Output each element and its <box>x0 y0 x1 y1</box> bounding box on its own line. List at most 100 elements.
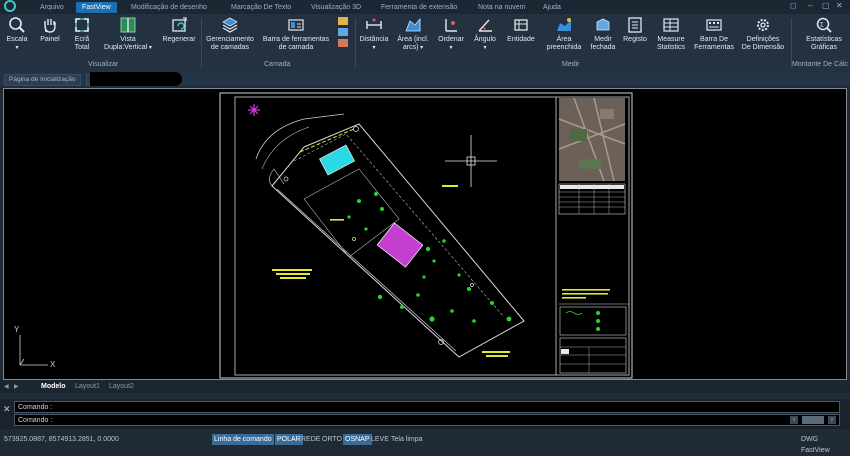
chevron-down-icon: ▾ <box>372 45 376 51</box>
layer-lock-icon[interactable] <box>338 28 348 36</box>
definicoes-dimensao-label-1: Definições <box>746 36 780 43</box>
app-logo-icon[interactable] <box>2 0 18 14</box>
medir-fechada-label-1: Medir <box>594 36 612 43</box>
escala-button[interactable]: Escala ▾ <box>3 16 31 52</box>
tab-layout2[interactable]: Layout2 <box>106 382 137 391</box>
barra-ferramentas-button[interactable]: Barra De Ferramentas <box>694 16 734 52</box>
escala-label: Escala <box>6 36 28 43</box>
angle-icon <box>478 19 492 32</box>
gerenciamento-camadas-button[interactable]: Gerenciamento de camadas <box>204 16 256 52</box>
tab-modelo[interactable]: Modelo <box>38 382 69 391</box>
ucs-icon <box>19 335 48 366</box>
regenerar-button[interactable]: Regenerar <box>160 16 198 44</box>
zoom-extents-icon <box>75 18 89 32</box>
painel-button[interactable]: Painel <box>36 16 64 44</box>
tab-scroll-left-icon[interactable]: ◀ <box>4 383 9 390</box>
menu-tab-modificacao[interactable]: Modificação de desenho <box>131 2 207 13</box>
chevron-down-icon: ▾ <box>15 45 19 51</box>
barra-ferramentas-label-1: Barra De <box>699 36 728 43</box>
layer-color-icon[interactable] <box>338 39 348 47</box>
area-preenchida-button[interactable]: Área preenchida <box>544 16 584 52</box>
close-icon[interactable]: ✕ <box>836 1 843 10</box>
medir-fechada-button[interactable]: Medir fechada <box>588 16 618 52</box>
gerenciamento-label-2: de camadas <box>210 44 250 51</box>
area-label-1: Área (incl. <box>397 36 429 43</box>
area-button[interactable]: Área (incl. arcs) ▾ <box>394 16 432 52</box>
command-scrollbar[interactable] <box>802 416 824 424</box>
group-label-medir: Medir <box>562 61 580 68</box>
menu-bar: Arquivo FastView Modificação de desenho … <box>0 0 850 14</box>
north-arrow-icon <box>248 104 260 116</box>
menu-tab-fastview[interactable]: FastView <box>76 2 117 13</box>
distancia-button[interactable]: Distância ▾ <box>358 16 390 52</box>
toolbar-icon <box>706 19 722 31</box>
entidade-button[interactable]: Entidade <box>504 16 538 44</box>
group-label-visualizar: Visualizar <box>88 61 119 68</box>
scroll-left-icon[interactable]: ‹ <box>790 416 798 424</box>
regenerar-label: Regenerar <box>162 36 196 43</box>
record-list-icon <box>628 17 642 33</box>
small-layer-tools <box>338 17 350 47</box>
measure-statistics-button[interactable]: Measure Statistics <box>652 16 690 52</box>
ribbon-divider <box>201 18 202 68</box>
distance-ruler-icon <box>366 18 382 29</box>
redacted-filename <box>90 72 182 86</box>
layer-freeze-icon[interactable] <box>338 17 348 25</box>
menu-tab-ajuda[interactable]: Ajuda <box>543 2 561 13</box>
angulo-label: Ângulo <box>474 36 496 43</box>
painel-label: Painel <box>40 36 60 43</box>
title-block <box>559 337 627 374</box>
medir-fechada-label-2: fechada <box>590 44 616 51</box>
command-input[interactable]: Comando : <box>14 414 840 426</box>
ecra-total-button[interactable]: Ecrã Total <box>68 16 96 52</box>
registo-label: Registo <box>623 36 647 43</box>
layers-icon <box>222 17 238 33</box>
menu-tab-marcacao[interactable]: Marcação De Texto <box>231 2 291 13</box>
document-tabs-bar: Página de Inicialização <box>0 72 850 86</box>
status-bar: 573925.0887, 8574913.2851, 0.0000 Linha … <box>0 431 850 454</box>
area-preenchida-label-1: Área <box>556 36 572 43</box>
definicoes-dimensao-button[interactable]: Definições De Dimensão <box>738 16 788 52</box>
vista-dupla-label-1: Vista <box>120 36 136 43</box>
estatisticas-graficas-button[interactable]: Σ Estatísticas Gráficas <box>800 16 848 52</box>
angulo-button[interactable]: Ângulo ▾ <box>470 16 500 52</box>
toggle-leve[interactable]: LEVE <box>369 434 391 445</box>
measure-statistics-label-1: Measure <box>657 36 685 43</box>
area-measure-icon <box>405 17 421 32</box>
zoom-magnifier-icon <box>9 17 25 33</box>
registo-button[interactable]: Registo <box>620 16 650 44</box>
toggle-tela-limpa[interactable]: Tela limpa <box>389 434 425 445</box>
split-view-icon <box>120 17 136 33</box>
menu-tab-arquivo[interactable]: Arquivo <box>40 2 64 13</box>
tab-scroll-right-icon[interactable]: ▶ <box>14 383 19 390</box>
drawing-canvas <box>19 92 633 379</box>
menu-tab-visualizacao-3d[interactable]: Visualização 3D <box>311 2 361 13</box>
crosshair-cursor <box>445 135 497 187</box>
window-control-icon[interactable]: ◻ <box>790 1 797 10</box>
group-label-montante: Montante De Cálc <box>792 61 849 68</box>
ucs-x-label: X <box>50 360 56 369</box>
gear-icon <box>757 19 769 31</box>
tab-pagina-inicializacao[interactable]: Página de Inicialização <box>4 74 81 86</box>
toggle-rede[interactable]: REDE <box>299 434 322 445</box>
app-name-label: DWG FastView <box>801 436 830 454</box>
close-command-icon[interactable]: ✕ <box>3 404 11 415</box>
vista-dupla-button[interactable]: Vista Dupla:Vertical ▾ <box>100 16 156 52</box>
definicoes-dimensao-label-2: De Dimensão <box>741 44 785 51</box>
minimize-icon[interactable]: – <box>808 1 812 10</box>
toggle-linha-comando[interactable]: Linha de comando <box>212 434 274 445</box>
tab-layout1[interactable]: Layout1 <box>72 382 103 391</box>
scroll-right-icon[interactable]: › <box>828 416 836 424</box>
ordenar-button[interactable]: Ordenar ▾ <box>436 16 466 52</box>
menu-tab-nota-nuvem[interactable]: Nota na nuvem <box>478 2 525 13</box>
maximize-icon[interactable]: ▢ <box>822 1 830 10</box>
toggle-orto[interactable]: ORTO <box>320 434 344 445</box>
gerenciamento-label-1: Gerenciamento <box>206 36 254 43</box>
coordinates-readout: 573925.0887, 8574913.2851, 0.0000 <box>4 436 119 443</box>
measure-statistics-label-2: Statistics <box>656 44 685 51</box>
drawing-viewport[interactable]: Y X <box>3 88 847 380</box>
menu-tab-ferramenta-extensao[interactable]: Ferramenta de extensão <box>381 2 457 13</box>
toggle-osnap[interactable]: OSNAP <box>343 434 372 445</box>
chevron-down-icon: ▾ <box>483 45 487 51</box>
barra-camada-button[interactable]: Barra de ferramentas de camada <box>260 16 332 52</box>
